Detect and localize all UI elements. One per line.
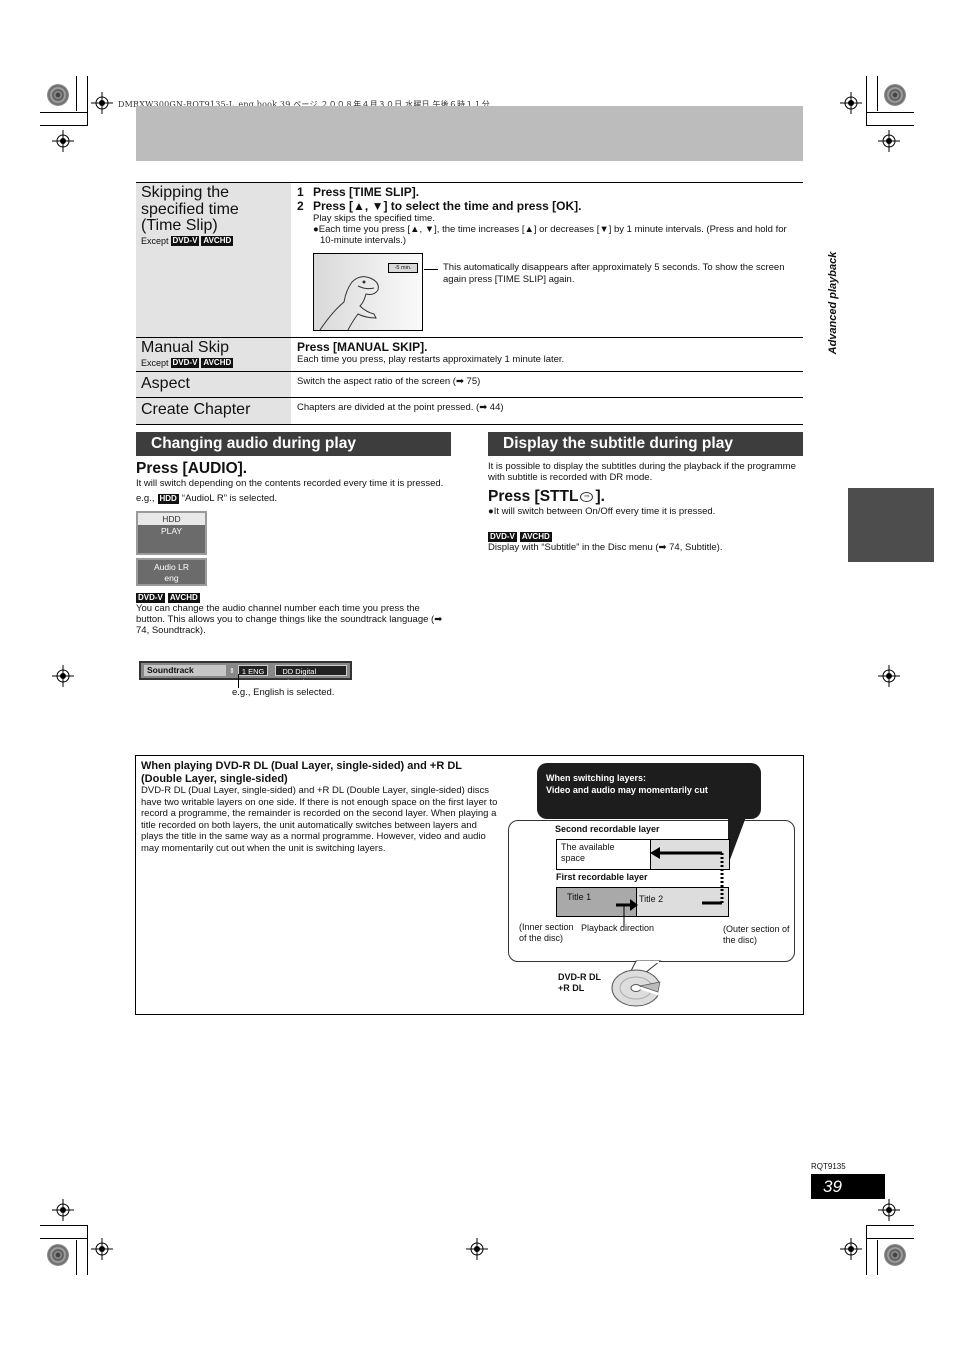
feature-body: Switch the aspect ratio of the screen (➡… (291, 372, 803, 398)
inner-section-label: (Inner section of the disc) (519, 922, 574, 943)
press-sttl-heading: Press [STTL ⇨ ]. (488, 488, 605, 505)
registration-mark (91, 1238, 113, 1260)
except-note: Except DVD-V AVCHD (141, 235, 234, 246)
subtitle-section-header: Display the subtitle during play (488, 432, 803, 456)
table-row-time-slip: Skipping the specified time (Time Slip) … (136, 183, 803, 338)
feature-name: Create Chapter (141, 401, 251, 418)
callout-line (238, 674, 239, 688)
tag-dvd-v: DVD-V (488, 532, 517, 542)
step-bullet: ●Each time you press [▲, ▼], the time in… (313, 224, 787, 246)
up-down-arrow-icon: ⇕ (229, 667, 235, 675)
disc-tags: DVD-V AVCHD (488, 532, 803, 542)
audio-section: Changing audio during play Press [AUDIO]… (136, 432, 451, 636)
dual-layer-text: When playing DVD-R DL (Dual Layer, singl… (141, 760, 501, 854)
tag-dvd-v: DVD-V (170, 235, 200, 246)
registration-mark (878, 1199, 900, 1221)
step-2: 2 Press [▲, ▼] to select the time and pre… (297, 199, 582, 213)
dual-layer-body: DVD-R DL (Dual Layer, single-sided) and … (141, 785, 498, 854)
feature-body: Press [MANUAL SKIP]. Each time you press… (291, 338, 803, 371)
disc-tags: DVD-V AVCHD (136, 593, 451, 603)
feature-name-cell: Manual Skip Except DVD-V AVCHD (136, 338, 291, 371)
registration-mark (466, 1238, 488, 1260)
disc-icon (611, 969, 664, 1007)
header-band (136, 106, 803, 161)
tag-avchd: AVCHD (201, 357, 234, 368)
soundtrack-osd: Soundtrack ⇕ 1 ENG DD Digital 3/2.1ch (139, 661, 352, 687)
subtitle-bullet: ●It will switch between On/Off every tim… (488, 506, 716, 517)
subtitle-button-icon: ⇨ (580, 492, 594, 502)
outer-section-label: (Outer section of the disc) (723, 924, 790, 945)
press-audio-heading: Press [AUDIO]. (136, 460, 248, 477)
audio-dvd-text: You can change the audio channel number … (136, 603, 443, 636)
feature-body: Chapters are divided at the point presse… (291, 398, 803, 424)
feature-name: Aspect (141, 374, 190, 392)
feature-table: Skipping the specified time (Time Slip) … (136, 182, 803, 425)
soundtrack-value: 1 ENG (237, 665, 269, 676)
feature-text: Switch the aspect ratio of the screen (➡… (297, 375, 481, 387)
callout-line (424, 269, 438, 270)
tag-avchd: AVCHD (201, 235, 234, 246)
step-note: Play skips the specified time. (313, 213, 435, 224)
registration-rosette (884, 84, 906, 106)
feature-name-cell: Aspect (136, 371, 291, 397)
tag-dvd-v: DVD-V (170, 357, 200, 368)
table-row-create-chapter: Create Chapter Chapters are divided at t… (136, 398, 803, 425)
subtitle-dvd-text: Display with “Subtitle” in the Disc menu… (488, 542, 723, 553)
feature-body: 1 Press [TIME SLIP]. 2 Press [▲, ▼] to sel… (291, 183, 803, 337)
registration-rosette (47, 1244, 69, 1266)
section-side-label: Advanced playback (827, 251, 839, 354)
tag-dvd-v: DVD-V (136, 593, 165, 603)
feature-name: Skipping the specified time (Time Slip) (141, 184, 239, 234)
feature-name-cell: Skipping the specified time (Time Slip) … (136, 183, 291, 337)
tag-avchd: AVCHD (519, 532, 552, 542)
playback-direction-label: Playback direction (581, 923, 655, 933)
table-row-manual-skip: Manual Skip Except DVD-V AVCHD Press [MA… (136, 338, 803, 372)
tag-hdd: HDD (157, 493, 179, 504)
step-1: 1 Press [TIME SLIP]. (297, 185, 420, 199)
except-note: Except DVD-V AVCHD (141, 357, 234, 368)
hdd-play-osd: HDD PLAY (136, 511, 207, 555)
registration-mark (52, 1199, 74, 1221)
audio-section-header: Changing audio during play (136, 432, 451, 456)
registration-mark (840, 92, 862, 114)
registration-mark (840, 1238, 862, 1260)
registration-mark (52, 665, 74, 687)
subtitle-section: Display the subtitle during play It is p… (488, 432, 803, 553)
disc-type-label: DVD-R DL +R DL (558, 972, 601, 993)
time-slip-callout: This automatically disappears after appr… (443, 262, 785, 285)
subtitle-intro: It is possible to display the subtitles … (488, 461, 796, 483)
page-number: 39 (811, 1174, 885, 1199)
registration-rosette (884, 1244, 906, 1266)
audio-example: e.g., HDD “AudioL R” is selected. (136, 493, 278, 504)
registration-mark (878, 130, 900, 152)
audio-description: It will switch depending on the contents… (136, 478, 444, 489)
audio-lr-osd: Audio LR eng (136, 558, 207, 586)
feature-heading: Press [MANUAL SKIP]. (297, 340, 428, 354)
dinosaur-illustration (319, 276, 379, 330)
second-layer-label: Second recordable layer (555, 824, 660, 834)
dual-layer-title: When playing DVD-R DL (Dual Layer, singl… (141, 760, 462, 785)
feature-name-cell: Create Chapter (136, 398, 291, 424)
tag-avchd: AVCHD (167, 593, 200, 603)
document-code: RQT9135 (811, 1162, 846, 1171)
registration-mark (91, 92, 113, 114)
time-slip-osd: -5 min. (388, 263, 418, 273)
soundtrack-note: e.g., English is selected. (232, 687, 335, 698)
feature-text: Chapters are divided at the point presse… (297, 402, 504, 413)
registration-rosette (47, 84, 69, 106)
feature-text: Each time you press, play restarts appro… (297, 354, 565, 365)
table-row-aspect: Aspect Switch the aspect ratio of the sc… (136, 371, 803, 398)
feature-name: Manual Skip (141, 339, 230, 356)
soundtrack-format: DD Digital 3/2.1ch (275, 665, 347, 687)
section-tab-marker (848, 488, 934, 562)
tv-screen-illustration: -5 min. (313, 253, 423, 331)
layer-switch-bubble: When switching layers: Video and audio m… (537, 763, 761, 819)
soundtrack-label: Soundtrack (144, 665, 226, 676)
registration-mark (52, 130, 74, 152)
registration-mark (878, 665, 900, 687)
